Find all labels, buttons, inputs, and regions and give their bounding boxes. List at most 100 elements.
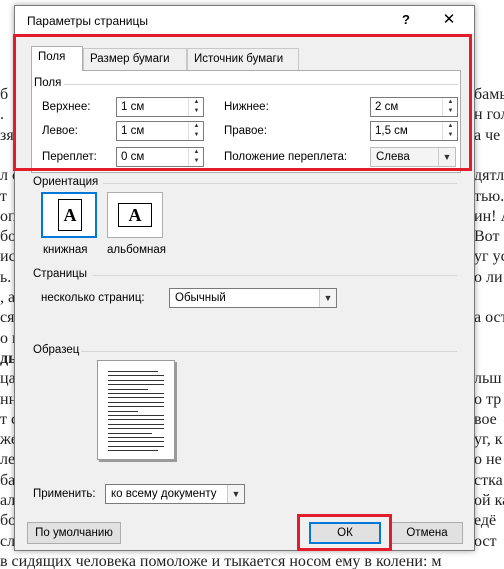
preview-text-line bbox=[108, 397, 164, 399]
background-text-line-right: бамы bbox=[474, 86, 504, 103]
spin-up-icon[interactable]: ▲ bbox=[189, 122, 204, 131]
set-as-default-button[interactable]: По умолчанию bbox=[27, 522, 121, 544]
right-margin-input[interactable] bbox=[371, 122, 443, 140]
background-text-line-right: тью. bbox=[474, 188, 504, 205]
background-text-line: ба bbox=[0, 472, 16, 489]
gutter-label: Переплет: bbox=[42, 151, 97, 163]
background-text-line-right: стка bbox=[474, 472, 503, 489]
background-text-line-right: уг ус bbox=[474, 248, 504, 265]
portrait-label: книжная bbox=[43, 244, 88, 256]
preview-text-line bbox=[108, 401, 164, 403]
preview-text-line bbox=[108, 388, 148, 390]
spin-down-icon[interactable]: ▼ bbox=[189, 131, 204, 140]
background-text-line-right: едё bbox=[474, 512, 497, 529]
right-margin-spinner[interactable]: ▲ ▼ bbox=[370, 121, 458, 141]
spin-up-icon[interactable]: ▲ bbox=[189, 98, 204, 107]
pages-group-label: Страницы bbox=[33, 268, 87, 280]
left-margin-arrows[interactable]: ▲ ▼ bbox=[188, 122, 203, 140]
pages-separator bbox=[93, 275, 457, 276]
background-text-line-right: о ли bbox=[474, 269, 503, 286]
margins-separator bbox=[64, 84, 458, 85]
background-text-line: т bbox=[0, 188, 7, 205]
background-text-line: . bbox=[0, 106, 4, 123]
multiple-pages-select[interactable]: Обычный ▼ bbox=[169, 288, 337, 308]
background-text-line-right: Вот bbox=[474, 228, 500, 245]
top-margin-arrows[interactable]: ▲ ▼ bbox=[188, 98, 203, 116]
preview-text-line bbox=[108, 441, 164, 443]
preview-text-line bbox=[108, 419, 164, 421]
preview-text-line bbox=[108, 410, 138, 412]
landscape-orientation-button[interactable]: A bbox=[107, 192, 163, 238]
orientation-separator bbox=[103, 183, 457, 184]
spin-down-icon[interactable]: ▼ bbox=[443, 107, 458, 116]
apply-to-select[interactable]: ко всему документу ▼ bbox=[105, 484, 245, 504]
preview-text-line bbox=[108, 423, 164, 425]
gutter-position-select[interactable]: Слева ▼ bbox=[370, 147, 456, 167]
bottom-margin-arrows[interactable]: ▲ ▼ bbox=[442, 98, 457, 116]
background-text-line-right: ин! А bbox=[474, 208, 504, 225]
help-icon[interactable]: ? bbox=[395, 10, 417, 30]
preview-text-line bbox=[108, 379, 164, 381]
right-margin-arrows[interactable]: ▲ ▼ bbox=[442, 122, 457, 140]
background-text-line: ал bbox=[0, 492, 16, 509]
spin-down-icon[interactable]: ▼ bbox=[189, 157, 204, 166]
apply-to-value: ко всему документу bbox=[111, 488, 217, 500]
background-text-line-right: а ост bbox=[474, 309, 504, 326]
preview-text-line bbox=[108, 384, 164, 386]
chevron-down-icon[interactable]: ▼ bbox=[438, 148, 455, 166]
spin-down-icon[interactable]: ▼ bbox=[443, 131, 458, 140]
background-text-line: , а bbox=[0, 289, 16, 306]
gutter-position-label: Положение переплета: bbox=[224, 151, 348, 163]
preview-text-line bbox=[108, 450, 158, 452]
left-margin-label: Левое: bbox=[42, 125, 78, 137]
preview-text-line bbox=[108, 432, 152, 434]
background-text-line-right: дятл bbox=[474, 167, 504, 184]
preview-text-line bbox=[108, 415, 164, 416]
left-margin-input[interactable] bbox=[117, 122, 189, 140]
spin-up-icon[interactable]: ▲ bbox=[443, 122, 458, 131]
preview-separator bbox=[81, 351, 457, 352]
spin-up-icon[interactable]: ▲ bbox=[443, 98, 458, 107]
portrait-orientation-button[interactable]: A bbox=[41, 192, 97, 238]
tab-paper-source[interactable]: Источник бумаги bbox=[187, 48, 299, 70]
close-icon[interactable]: ✕ bbox=[438, 10, 460, 30]
bottom-margin-input[interactable] bbox=[371, 98, 443, 116]
cancel-button[interactable]: Отмена bbox=[391, 522, 463, 544]
gutter-position-value: Слева bbox=[376, 151, 410, 163]
bottom-margin-label: Нижнее: bbox=[224, 101, 269, 113]
spin-up-icon[interactable]: ▲ bbox=[189, 148, 204, 157]
bottom-margin-spinner[interactable]: ▲ ▼ bbox=[370, 97, 458, 117]
background-text-line: б bbox=[0, 86, 9, 103]
left-margin-spinner[interactable]: ▲ ▼ bbox=[116, 121, 204, 141]
background-text-line-right: ост bbox=[474, 533, 497, 550]
background-text-line-right: уг, к bbox=[474, 431, 503, 448]
tab-paper-size[interactable]: Размер бумаги bbox=[83, 48, 187, 70]
top-margin-input[interactable] bbox=[117, 98, 189, 116]
ok-button[interactable]: ОК bbox=[309, 522, 381, 544]
gutter-input[interactable] bbox=[117, 148, 189, 166]
background-text-line-right: ой ка bbox=[474, 492, 504, 509]
background-text-line: в сидящих человека помоложе и тыкается н… bbox=[0, 553, 442, 569]
dialog-titlebar: Параметры страницы ? ✕ bbox=[15, 6, 474, 34]
preview-page bbox=[97, 360, 175, 460]
multiple-pages-value: Обычный bbox=[175, 292, 226, 304]
preview-text-line bbox=[108, 445, 164, 447]
top-margin-spinner[interactable]: ▲ ▼ bbox=[116, 97, 204, 117]
background-text-line-right: вое bbox=[474, 411, 497, 428]
apply-to-label: Применить: bbox=[33, 488, 96, 500]
top-margin-label: Верхнее: bbox=[42, 101, 91, 113]
preview-group-label: Образец bbox=[33, 344, 80, 356]
background-text-line-right: льш bbox=[474, 370, 502, 387]
multiple-pages-label: несколько страниц: bbox=[41, 292, 145, 304]
gutter-spinner[interactable]: ▲ ▼ bbox=[116, 147, 204, 167]
chevron-down-icon[interactable]: ▼ bbox=[319, 289, 336, 307]
preview-text-line bbox=[108, 393, 164, 394]
gutter-arrows[interactable]: ▲ ▼ bbox=[188, 148, 203, 166]
spin-down-icon[interactable]: ▼ bbox=[189, 107, 204, 116]
chevron-down-icon[interactable]: ▼ bbox=[227, 485, 244, 503]
tab-panel: Поля Верхнее: ▲ ▼ Нижнее: ▲ ▼ Левое: bbox=[31, 70, 461, 504]
tab-margins[interactable]: Поля bbox=[31, 46, 83, 71]
dialog-title: Параметры страницы bbox=[27, 14, 148, 28]
background-text-line-right: о тр bbox=[474, 391, 502, 408]
preview-text-line bbox=[108, 371, 158, 372]
